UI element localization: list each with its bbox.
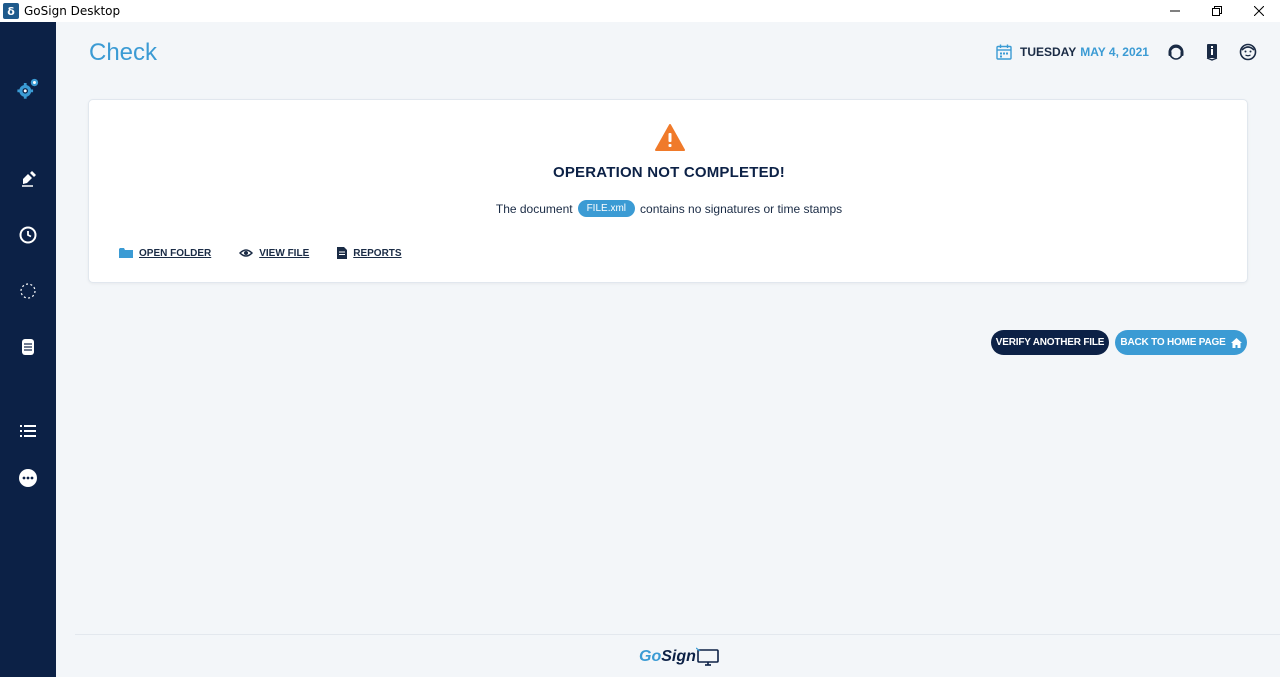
page-title: Check xyxy=(89,39,158,66)
home-icon xyxy=(1230,337,1242,348)
file-actions: OPEN FOLDER VIEW FILE REPORTS xyxy=(119,247,430,259)
footer-divider xyxy=(75,634,1280,635)
message-prefix: The document xyxy=(495,201,573,216)
logo-sign-text: Sign xyxy=(661,648,696,665)
result-card: OPERATION NOT COMPLETED! The document FI… xyxy=(88,99,1248,283)
sidebar-item-more[interactable] xyxy=(16,466,40,490)
date-day: TUESDAY xyxy=(1020,45,1077,59)
gosign-logo: Go Sign xyxy=(639,646,720,668)
sidebar xyxy=(0,22,56,677)
user-avatar-icon xyxy=(1239,43,1257,61)
reports-link[interactable]: REPORTS xyxy=(337,247,402,259)
desktop-monitor-icon xyxy=(695,647,719,666)
logo-go-text: Go xyxy=(639,648,662,665)
main-content: Check TUESDAY MAY 4, 2021 OPERATION NOT … xyxy=(56,22,1280,677)
minimize-button[interactable] xyxy=(1154,0,1196,22)
user-menu-button[interactable] xyxy=(1239,43,1257,61)
sidebar-item-storage[interactable] xyxy=(16,335,40,359)
loading-circle-icon xyxy=(20,283,36,299)
header-toolbar: TUESDAY MAY 4, 2021 xyxy=(996,43,1257,61)
reports-label: REPORTS xyxy=(353,247,402,259)
list-icon xyxy=(20,425,36,437)
window-title: GoSign Desktop xyxy=(24,4,121,18)
app-icon: δ xyxy=(3,3,19,19)
window-titlebar: δ GoSign Desktop xyxy=(0,0,1280,22)
date-value: MAY 4, 2021 xyxy=(1080,45,1149,59)
more-icon xyxy=(19,469,37,487)
operation-message: The document FILE.xml contains no signat… xyxy=(89,200,1249,217)
file-name-badge: FILE.xml xyxy=(577,200,636,217)
sidebar-item-settings[interactable] xyxy=(16,77,40,101)
clock-icon xyxy=(19,226,37,244)
open-folder-link[interactable]: OPEN FOLDER xyxy=(119,247,211,259)
info-button[interactable] xyxy=(1203,43,1221,61)
view-file-label: VIEW FILE xyxy=(259,247,310,259)
restore-button[interactable] xyxy=(1196,0,1238,22)
verify-another-file-label: VERIFY ANOTHER FILE xyxy=(995,337,1105,348)
calendar-icon xyxy=(996,44,1012,60)
info-book-icon xyxy=(1206,44,1218,61)
close-button[interactable] xyxy=(1238,0,1280,22)
folder-icon xyxy=(119,248,133,258)
operation-status-title: OPERATION NOT COMPLETED! xyxy=(552,164,786,181)
back-to-home-button[interactable]: BACK TO HOME PAGE xyxy=(1115,330,1247,355)
support-headset-icon xyxy=(1168,44,1184,60)
database-icon xyxy=(22,339,34,355)
open-folder-label: OPEN FOLDER xyxy=(139,247,212,259)
minimize-icon xyxy=(1170,10,1180,12)
settings-gear-icon xyxy=(17,78,39,99)
back-to-home-label: BACK TO HOME PAGE xyxy=(1120,337,1226,348)
window-controls xyxy=(1154,0,1280,22)
warning-icon xyxy=(655,124,685,151)
message-suffix: contains no signatures or time stamps xyxy=(640,201,843,216)
close-icon xyxy=(1254,6,1264,16)
report-document-icon xyxy=(337,247,348,259)
sidebar-item-pending[interactable] xyxy=(16,279,40,303)
sidebar-item-sign[interactable] xyxy=(16,167,40,191)
restore-icon xyxy=(1212,6,1222,16)
verify-another-file-button[interactable]: VERIFY ANOTHER FILE xyxy=(991,330,1109,355)
sidebar-item-list[interactable] xyxy=(16,419,40,443)
view-file-link[interactable]: VIEW FILE xyxy=(239,248,309,259)
sign-pen-icon xyxy=(22,171,36,187)
eye-icon xyxy=(239,249,254,257)
sidebar-item-history[interactable] xyxy=(16,223,40,247)
support-button[interactable] xyxy=(1167,43,1185,61)
